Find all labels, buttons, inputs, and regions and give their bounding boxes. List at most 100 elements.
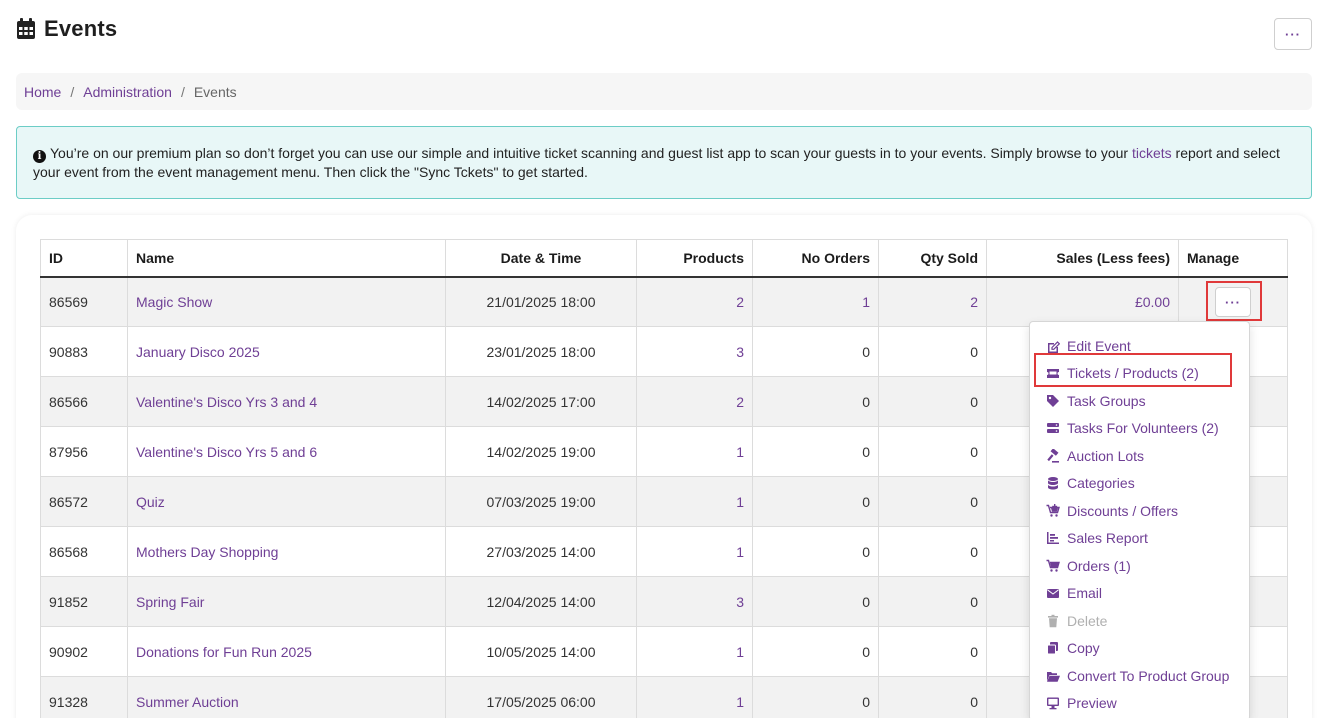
col-orders[interactable]: No Orders [752, 239, 879, 278]
orders-count: 0 [862, 693, 870, 710]
event-name-link[interactable]: Valentine's Disco Yrs 3 and 4 [136, 394, 317, 410]
table-cell: 1 [636, 476, 753, 527]
cell-datetime: 14/02/2025 19:00 [486, 443, 596, 460]
table-header-row: ID Name Date & Time Products No Orders Q… [40, 239, 1288, 278]
col-sales[interactable]: Sales (Less fees) [986, 239, 1179, 278]
table-cell: 0 [878, 476, 987, 527]
products-count-link[interactable]: 3 [736, 594, 744, 610]
breadcrumb-administration[interactable]: Administration [83, 84, 172, 100]
products-count-link[interactable]: 1 [736, 644, 744, 660]
envelope-icon [1047, 589, 1059, 598]
products-count-link[interactable]: 3 [736, 344, 744, 360]
menu-item-tasks-for-volunteers-2[interactable]: Tasks For Volunteers (2) [1046, 418, 1219, 438]
menu-item-email[interactable]: Email [1046, 583, 1102, 603]
table-cell: 0 [878, 376, 987, 427]
qty-sold[interactable]: 2 [970, 294, 978, 310]
more-icon: ··· [1285, 26, 1301, 42]
table-cell: 0 [878, 426, 987, 477]
menu-item-preview[interactable]: Preview [1046, 693, 1117, 713]
orders-count: 0 [862, 593, 870, 610]
products-count-link[interactable]: 1 [736, 694, 744, 710]
table-cell: 3 [636, 576, 753, 627]
premium-plan-alert: i You’re on our premium plan so don’t for… [16, 126, 1312, 199]
cell-id: 91328 [49, 693, 88, 710]
orders-count: 0 [862, 443, 870, 460]
qty-sold: 0 [970, 593, 978, 610]
products-count-link[interactable]: 2 [736, 294, 744, 310]
table-cell: 0 [878, 326, 987, 377]
menu-item-discounts-offers[interactable]: Discounts / Offers [1046, 501, 1178, 521]
event-name-link[interactable]: Magic Show [136, 294, 212, 310]
qty-sold: 0 [970, 643, 978, 660]
products-count-link[interactable]: 1 [736, 444, 744, 460]
cell-datetime: 07/03/2025 19:00 [486, 493, 596, 510]
menu-item-label: Sales Report [1067, 530, 1148, 546]
event-name-link[interactable]: Valentine's Disco Yrs 5 and 6 [136, 444, 317, 460]
cell-id: 86572 [49, 493, 88, 510]
orders-count: 0 [862, 343, 870, 360]
cart-icon [1046, 559, 1060, 572]
table-cell: 0 [752, 376, 879, 427]
table-cell: 90883 [40, 326, 128, 377]
breadcrumb-separator: / [70, 83, 75, 100]
col-qty-sold[interactable]: Qty Sold [878, 239, 987, 278]
table-cell: 91328 [40, 676, 128, 718]
table-cell: 0 [752, 676, 879, 718]
event-name-link[interactable]: Mothers Day Shopping [136, 544, 278, 560]
table-cell: 0 [878, 526, 987, 577]
orders-count: 0 [862, 393, 870, 410]
table-cell: 0 [878, 576, 987, 627]
cell-id: 91852 [49, 593, 88, 610]
table-cell: Summer Auction [127, 676, 446, 718]
table-cell: 0 [752, 526, 879, 577]
menu-item-copy[interactable]: Copy [1046, 638, 1100, 658]
table-cell: 0 [752, 476, 879, 527]
table-cell: 0 [752, 626, 879, 677]
col-datetime[interactable]: Date & Time [445, 239, 637, 278]
table-cell: 1 [636, 676, 753, 718]
products-count-link[interactable]: 1 [736, 544, 744, 560]
tickets-report-link[interactable]: tickets [1132, 145, 1172, 161]
page-options-button[interactable]: ··· [1274, 18, 1312, 50]
table-cell: 86569 [40, 276, 128, 327]
list-icon [1047, 423, 1059, 433]
menu-item-orders-1[interactable]: Orders (1) [1046, 556, 1131, 576]
products-count-link[interactable]: 2 [736, 394, 744, 410]
menu-item-categories[interactable]: Categories [1046, 473, 1135, 493]
alert-text: You’re on our premium plan so don’t forg… [50, 145, 1132, 161]
col-name[interactable]: Name [127, 239, 446, 278]
event-name-link[interactable]: Spring Fair [136, 594, 204, 610]
table-cell: 14/02/2025 17:00 [445, 376, 637, 427]
menu-item-sales-report[interactable]: Sales Report [1046, 528, 1148, 548]
event-name-link[interactable]: Summer Auction [136, 694, 239, 710]
table-cell: Magic Show [127, 276, 446, 327]
products-count-link[interactable]: 1 [736, 494, 744, 510]
table-cell: 1 [636, 626, 753, 677]
table-cell: 2 [636, 276, 753, 327]
col-products[interactable]: Products [636, 239, 753, 278]
menu-item-auction-lots[interactable]: Auction Lots [1046, 446, 1144, 466]
orders-count[interactable]: 1 [862, 294, 870, 310]
cell-id: 90902 [49, 643, 88, 660]
menu-item-label: Edit Event [1067, 338, 1131, 354]
edit-icon [1048, 341, 1060, 353]
table-cell: 3 [636, 326, 753, 377]
menu-item-convert-to-product-group[interactable]: Convert To Product Group [1046, 666, 1229, 686]
table-cell: 90902 [40, 626, 128, 677]
sales-amount[interactable]: £0.00 [1135, 294, 1170, 310]
event-name-link[interactable]: Donations for Fun Run 2025 [136, 644, 312, 660]
menu-item-task-groups[interactable]: Task Groups [1046, 391, 1146, 411]
table-cell: 87956 [40, 426, 128, 477]
table-cell: 1 [636, 426, 753, 477]
event-name-link[interactable]: Quiz [136, 494, 165, 510]
gavel-icon [1047, 449, 1059, 463]
breadcrumb-home[interactable]: Home [24, 84, 61, 100]
event-name-link[interactable]: January Disco 2025 [136, 344, 260, 360]
table-cell: January Disco 2025 [127, 326, 446, 377]
orders-count: 0 [862, 493, 870, 510]
table-cell: Spring Fair [127, 576, 446, 627]
table-cell: 27/03/2025 14:00 [445, 526, 637, 577]
manage-highlight-box [1206, 281, 1262, 321]
col-id[interactable]: ID [40, 239, 128, 278]
info-icon: i [33, 150, 46, 163]
